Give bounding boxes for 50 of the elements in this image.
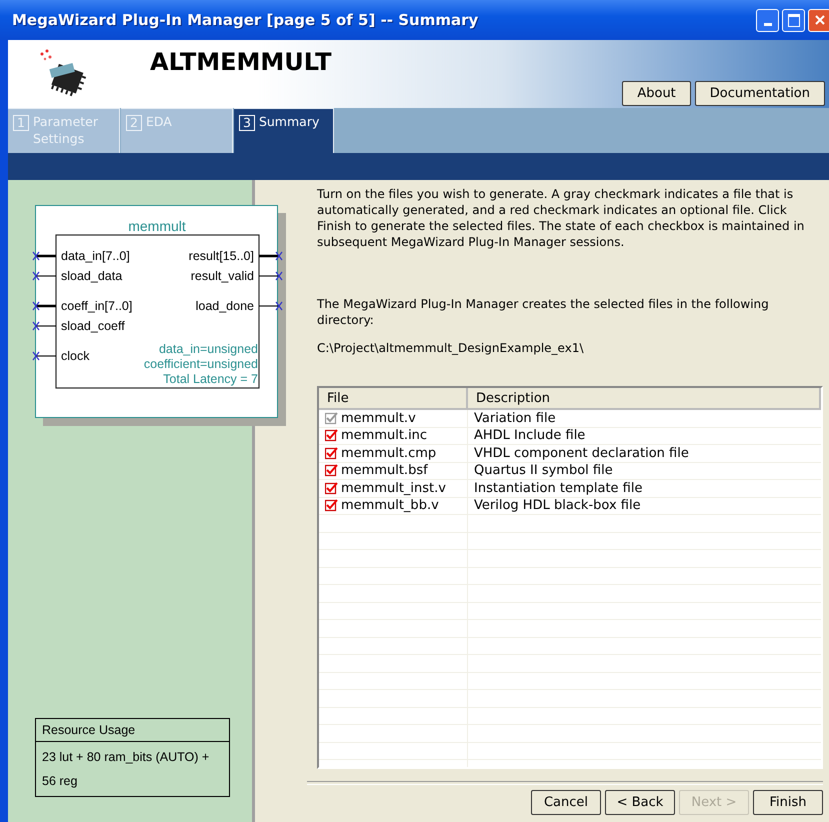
close-button[interactable]: [808, 8, 829, 32]
checkbox[interactable]: [325, 464, 338, 478]
pin-label: data_in[7..0]: [61, 249, 130, 263]
symbol-note: Total Latency = 7: [163, 372, 258, 386]
minimize-button[interactable]: [756, 8, 779, 32]
resource-usage-title: Resource Usage: [42, 723, 136, 737]
checkbox[interactable]: [325, 446, 338, 460]
wizard-tab[interactable]: 3 Summary: [234, 108, 334, 153]
pin-label: sload_coeff: [61, 319, 125, 333]
auto-checkbox[interactable]: [325, 412, 338, 425]
maximize-button[interactable]: [782, 8, 805, 32]
file-name: memmult_inst.v: [341, 480, 446, 496]
directory-path: C:\Project\altmemmult_DesignExample_ex1\: [317, 340, 584, 356]
symbol-note: data_in=unsigned: [158, 342, 258, 356]
column-header[interactable]: File: [319, 388, 468, 410]
pin-label: sload_data: [61, 269, 122, 283]
instructions-text: Turn on the files you wish to generate. A gray checkmark indicates a file that is automatically generated, and a red checkmark indicates an optional file. Click Finish to generate the selected files. The state of each checkbox is maintained in subsequent MegaWizard Plug-In Manager sessions.: [317, 186, 806, 250]
pin-label: coeff_in[7..0]: [61, 299, 132, 313]
pin-label: result[15..0]: [188, 249, 254, 263]
file-description: VHDL component declaration file: [474, 446, 689, 461]
wizard-button[interactable]: < Back: [605, 790, 675, 815]
file-name: memmult.v: [341, 410, 416, 426]
close-icon: [814, 15, 824, 25]
checkbox[interactable]: [325, 499, 338, 512]
file-name: memmult_bb.v: [341, 498, 439, 514]
file-description: Verilog HDL black-box file: [474, 498, 641, 514]
file-description: AHDL Include file: [474, 428, 586, 444]
file-name: memmult.inc: [341, 428, 428, 444]
wizard-button[interactable]: Cancel: [531, 790, 601, 815]
resource-usage-value: 23 lut + 80 ram_bits (AUTO) + 56 reg: [42, 750, 210, 788]
checkbox[interactable]: [325, 482, 338, 495]
file-description: Quartus II symbol file: [474, 463, 613, 478]
file-description: Variation file: [474, 410, 556, 426]
pin-label: result_valid: [190, 269, 254, 283]
header-button[interactable]: Documentation: [694, 81, 825, 106]
window-title: MegaWizard Plug-In Manager [page 5 of 5] -- Summary: [12, 11, 478, 29]
file-description: Instantiation template file: [474, 480, 642, 496]
symbol-name: memmult: [128, 218, 186, 234]
column-header[interactable]: Description: [468, 388, 821, 410]
pin-label: load_done: [196, 299, 254, 313]
file-name: memmult.cmp: [341, 446, 436, 461]
checkbox[interactable]: [325, 429, 338, 442]
chip-icon: [38, 48, 88, 98]
symbol-note: coefficient=unsigned: [144, 357, 258, 371]
file-name: memmult.bsf: [341, 463, 428, 478]
header-button[interactable]: About: [622, 81, 691, 106]
wizard-button[interactable]: Finish: [753, 790, 823, 815]
component-title: ALTMEMMULT: [150, 48, 332, 78]
directory-note: The MegaWizard Plug-In Manager creates the selected files in the following directory:: [317, 296, 770, 328]
pin-label: clock: [61, 349, 90, 363]
